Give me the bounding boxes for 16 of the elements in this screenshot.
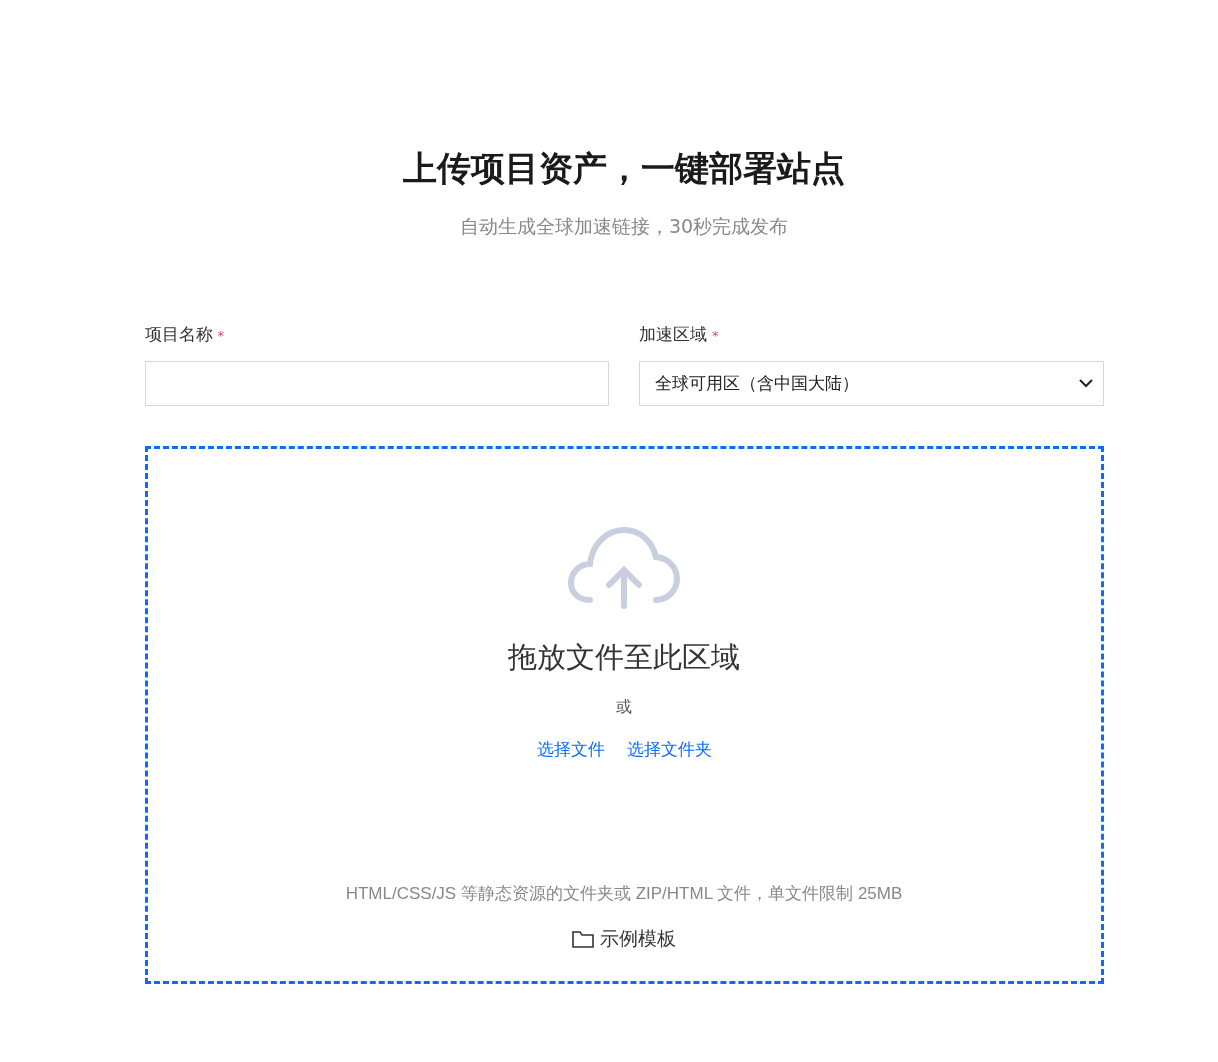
input-field[interactable] — [144, 361, 609, 406]
folder-icon — [572, 930, 594, 948]
template-button[interactable]: 示例模板 — [566, 925, 682, 953]
page-title: 上传项目资产，一键部署站点 — [402, 147, 846, 190]
select-link[interactable]: 选择文件 — [536, 738, 605, 761]
cloud-upload-icon — [568, 527, 680, 609]
region-select[interactable]: 全球可用区（含中国大陆） — [639, 361, 1104, 406]
drop-title: 拖放文件至此区域 — [508, 639, 740, 675]
chevron-down-icon — [1078, 379, 1093, 388]
drop-zone[interactable]: 拖放文件至此区域 或 选择文件 选择文件夹 HTML/CSS/JS 等静态资源的文件夹或 ZIP/HTML 文件，单文件限制 25MB 示例模板 — [144, 446, 1104, 984]
field-label: 项目名称 * — [144, 323, 225, 346]
upload-hint: HTML/CSS/JS 等静态资源的文件夹或 ZIP/HTML 文件，单文件限制 25MB — [345, 883, 903, 905]
field-label: 加速区域 * — [639, 323, 720, 346]
select-link[interactable]: 选择文件夹 — [626, 738, 712, 761]
or-text: 或 — [616, 697, 632, 718]
page-subtitle: 自动生成全球加速链接，30秒完成发布 — [458, 214, 790, 239]
